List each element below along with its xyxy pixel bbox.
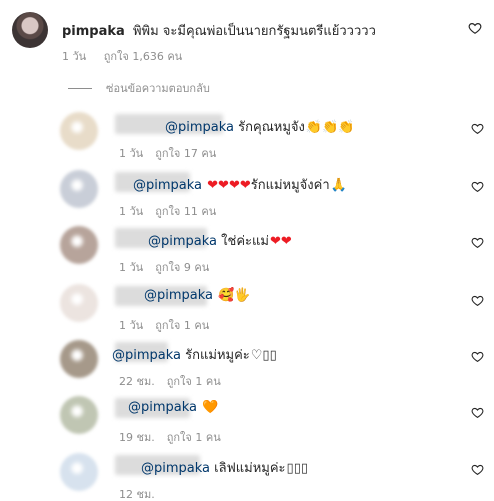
reply-meta: 1 วัน ถูกใจ 11 คน [119,202,228,220]
heart-outline-icon[interactable] [468,21,482,35]
reply-text: @pimpaka ❤❤❤❤รักแม่หมูจังค่า🙏 [133,174,347,195]
mention-link[interactable]: @pimpaka [112,348,181,363]
comment-username[interactable]: pimpaka [62,24,125,39]
reply-text: @pimpaka 🧡 [128,400,218,415]
mention-link[interactable]: @pimpaka [144,288,213,303]
reply-item: @pimpaka เลิฟแม่หมูค่ะ▯▯▯ 12 ชม. [60,453,490,501]
reply-time[interactable]: 1 วัน [119,147,143,160]
reply-likes[interactable]: ถูกใจ 1 คน [167,375,221,388]
comment-likes[interactable]: ถูกใจ 1,636 คน [104,50,183,63]
reply-message: ใช่ค่ะแม่ [221,234,269,249]
reply-time[interactable]: 1 วัน [119,319,143,332]
comment-text: พิพิม จะมีคุณพ่อเป็นนายกรัฐมนตรีแย้ววววว [132,24,376,39]
mention-link[interactable]: @pimpaka [128,400,197,415]
heart-outline-icon[interactable] [471,180,484,193]
reply-emoji: ❤❤ [269,234,292,249]
reply-text: @pimpaka เลิฟแม่หมูค่ะ▯▯▯ [141,457,308,478]
comment-time[interactable]: 1 วัน [62,50,86,63]
reply-item: @pimpaka รักคุณหมูจัง👏👏👏 1 วัน ถูกใจ 17 คน [60,112,490,168]
reply-meta: 1 วัน ถูกใจ 9 คน [119,258,221,276]
heart-outline-icon[interactable] [471,294,484,307]
reply-message: รักคุณหมูจัง [238,120,305,135]
reply-item: @pimpaka ❤❤❤❤รักแม่หมูจังค่า🙏 1 วัน ถูกใจ … [60,170,490,226]
reply-time[interactable]: 12 ชม. [119,488,155,501]
reply-meta: 12 ชม. [119,485,167,501]
heart-outline-icon[interactable] [471,406,484,419]
reply-emoji: ❤❤❤❤ [207,178,251,193]
reply-time[interactable]: 19 ชม. [119,431,155,444]
reply-likes[interactable]: ถูกใจ 17 คน [155,147,216,160]
reply-emoji: 🙏 [330,178,347,193]
avatar[interactable] [12,12,48,48]
reply-emoji: 🥰🖐 [218,288,251,303]
mention-link[interactable]: @pimpaka [148,234,217,249]
reply-emoji: ♡▯▯ [250,348,277,363]
reply-item: @pimpaka ใช่ค่ะแม่❤❤ 1 วัน ถูกใจ 9 คน [60,226,490,282]
reply-avatar[interactable] [60,396,98,434]
heart-outline-icon[interactable] [471,122,484,135]
heart-outline-icon[interactable] [471,236,484,249]
reply-emoji: 👏👏👏 [305,120,355,135]
reply-message: รักแม่หมูค่ะ [185,348,250,363]
reply-meta: 1 วัน ถูกใจ 17 คน [119,144,228,162]
mention-link[interactable]: @pimpaka [141,461,210,476]
reply-time[interactable]: 1 วัน [119,261,143,274]
reply-meta: 19 ชม. ถูกใจ 1 คน [119,428,233,446]
reply-avatar[interactable] [60,226,98,264]
reply-likes[interactable]: ถูกใจ 11 คน [155,205,216,218]
reply-avatar[interactable] [60,170,98,208]
reply-text: @pimpaka รักแม่หมูค่ะ♡▯▯ [112,344,277,365]
heart-outline-icon[interactable] [471,350,484,363]
reply-emoji: ▯▯▯ [286,461,309,476]
reply-avatar[interactable] [60,284,98,322]
reply-avatar[interactable] [60,453,98,491]
hide-replies-button[interactable]: ซ่อนข้อความตอบกลับ [68,80,210,96]
reply-meta: 1 วัน ถูกใจ 1 คน [119,316,221,334]
reply-text: @pimpaka รักคุณหมูจัง👏👏👏 [165,116,354,137]
top-comment: pimpaka พิพิม จะมีคุณพ่อเป็นนายกรัฐมนตรี… [12,12,482,65]
reply-likes[interactable]: ถูกใจ 9 คน [155,261,209,274]
reply-item: @pimpaka 🧡 19 ชม. ถูกใจ 1 คน [60,396,490,452]
reply-emoji: 🧡 [202,400,219,415]
divider [68,87,92,89]
mention-link[interactable]: @pimpaka [133,178,202,193]
reply-text: @pimpaka 🥰🖐 [144,288,251,303]
reply-message: รักแม่หมูจังค่า [250,178,330,193]
reply-message: เลิฟแม่หมูค่ะ [214,461,286,476]
reply-likes[interactable]: ถูกใจ 1 คน [167,431,221,444]
reply-time[interactable]: 22 ชม. [119,375,155,388]
comment-meta: 1 วัน ถูกใจ 1,636 คน [62,47,196,65]
mention-link[interactable]: @pimpaka [165,120,234,135]
hide-replies-label: ซ่อนข้อความตอบกลับ [106,82,210,95]
reply-item: @pimpaka 🥰🖐 1 วัน ถูกใจ 1 คน [60,284,490,340]
reply-avatar[interactable] [60,112,98,150]
reply-likes[interactable]: ถูกใจ 1 คน [155,319,209,332]
reply-item: @pimpaka รักแม่หมูค่ะ♡▯▯ 22 ชม. ถูกใจ 1 คน [60,340,490,396]
heart-outline-icon[interactable] [471,463,484,476]
reply-time[interactable]: 1 วัน [119,205,143,218]
reply-avatar[interactable] [60,340,98,378]
reply-text: @pimpaka ใช่ค่ะแม่❤❤ [148,230,292,251]
reply-meta: 22 ชม. ถูกใจ 1 คน [119,372,233,390]
